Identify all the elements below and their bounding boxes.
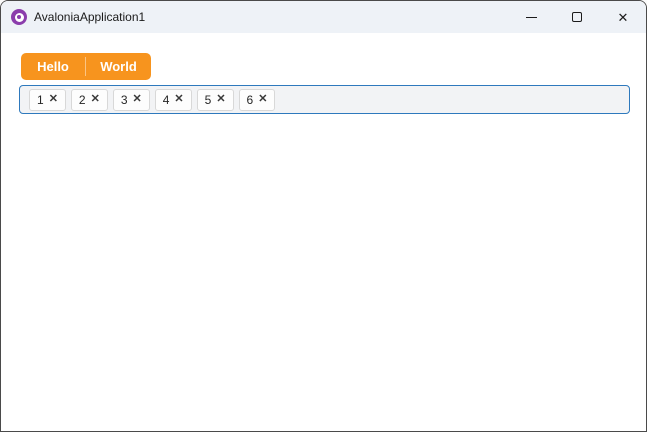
- window-title: AvaloniaApplication1: [34, 10, 146, 24]
- chip-3[interactable]: 3 ✕: [112, 88, 150, 111]
- remove-icon: ✕: [90, 93, 100, 105]
- avalonia-logo-dot: [17, 15, 21, 19]
- avalonia-logo-icon: [11, 9, 27, 25]
- chip-1[interactable]: 1 ✕: [29, 88, 66, 111]
- chip-remove-button[interactable]: ✕: [133, 94, 142, 105]
- window-controls: ✕: [508, 1, 646, 33]
- minimize-button[interactable]: [508, 1, 554, 33]
- chip-label: 1: [37, 92, 44, 107]
- remove-icon: ✕: [258, 93, 268, 105]
- chip-label: 5: [204, 92, 212, 107]
- close-icon: ✕: [617, 9, 629, 25]
- chip-remove-button[interactable]: ✕: [91, 94, 100, 105]
- chip-6[interactable]: 6 ✕: [238, 88, 276, 111]
- tags-input-field[interactable]: 1 ✕ 2 ✕ 3 ✕ 4 ✕ 5 ✕ 6 ✕: [19, 85, 630, 114]
- remove-icon: ✕: [174, 93, 184, 105]
- chip-label: 3: [120, 92, 128, 107]
- chip-2[interactable]: 2 ✕: [70, 88, 108, 111]
- content-area: Hello World 1 ✕ 2 ✕ 3 ✕ 4 ✕ 5 ✕ 6 ✕: [1, 33, 646, 431]
- maximize-icon: [572, 12, 582, 22]
- chip-remove-button[interactable]: ✕: [216, 94, 225, 105]
- hello-world-button-group: Hello World: [21, 53, 151, 80]
- chip-remove-button[interactable]: ✕: [258, 94, 267, 105]
- remove-icon: ✕: [216, 93, 226, 105]
- chip-remove-button[interactable]: ✕: [49, 94, 58, 105]
- chip-label: 4: [162, 92, 170, 107]
- maximize-button[interactable]: [554, 1, 600, 33]
- chip-label: 2: [78, 92, 86, 107]
- titlebar[interactable]: AvaloniaApplication1 ✕: [1, 1, 646, 33]
- app-window: AvaloniaApplication1 ✕ Hello World 1 ✕ 2…: [0, 0, 647, 432]
- minimize-icon: [525, 16, 537, 18]
- remove-icon: ✕: [48, 93, 58, 105]
- avalonia-logo-ring: [14, 12, 24, 22]
- remove-icon: ✕: [132, 93, 142, 105]
- world-button[interactable]: World: [86, 53, 151, 80]
- hello-button[interactable]: Hello: [21, 53, 85, 80]
- chip-label: 6: [246, 92, 254, 107]
- chip-5[interactable]: 5 ✕: [196, 88, 234, 111]
- chip-4[interactable]: 4 ✕: [154, 88, 192, 111]
- chip-remove-button[interactable]: ✕: [174, 94, 183, 105]
- close-button[interactable]: ✕: [600, 1, 646, 33]
